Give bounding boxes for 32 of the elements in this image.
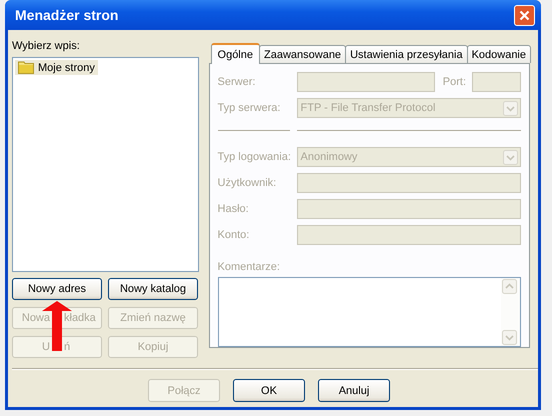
chevron-icon[interactable] [503, 150, 518, 165]
button[interactable]: Nowy katalog [108, 278, 198, 300]
field-label: Typ serwera: [218, 102, 282, 114]
close-button[interactable] [514, 4, 535, 26]
button[interactable]: Anuluj [318, 379, 390, 402]
field-label: Komentarze: [218, 261, 281, 274]
tree-item[interactable]: Moje strony [15, 60, 98, 75]
button[interactable]: OK [233, 379, 305, 402]
tab[interactable]: Kodowanie [466, 45, 531, 63]
field-label: Konto: [218, 229, 250, 242]
list-label: Wybierz wpis: [12, 40, 81, 54]
server-field[interactable] [296, 72, 435, 92]
input-field[interactable] [296, 173, 521, 194]
window-title: Menadżer stron [15, 7, 120, 23]
comments-field[interactable] [218, 277, 521, 347]
tab[interactable]: Ogólne [210, 43, 260, 64]
close-icon [519, 10, 530, 20]
field-label: Użytkownik: [218, 177, 278, 190]
input-field[interactable] [296, 199, 521, 220]
tab[interactable]: Zaawansowane [259, 45, 346, 63]
field-label: Typ logowania: [218, 151, 292, 164]
input-field[interactable] [296, 225, 521, 246]
field-label: Hasło: [218, 203, 250, 216]
port-field[interactable] [472, 72, 521, 92]
field-label: Serwer: [218, 76, 256, 88]
folder-icon [18, 61, 34, 74]
button[interactable]: Nowy adres [12, 278, 102, 300]
scroll-down-icon[interactable] [502, 330, 517, 345]
scroll-up-icon[interactable] [502, 279, 517, 294]
field-label: Port: [442, 76, 466, 88]
tab[interactable]: Ustawienia przesyłania [345, 45, 468, 63]
chevron-icon[interactable] [503, 100, 518, 116]
